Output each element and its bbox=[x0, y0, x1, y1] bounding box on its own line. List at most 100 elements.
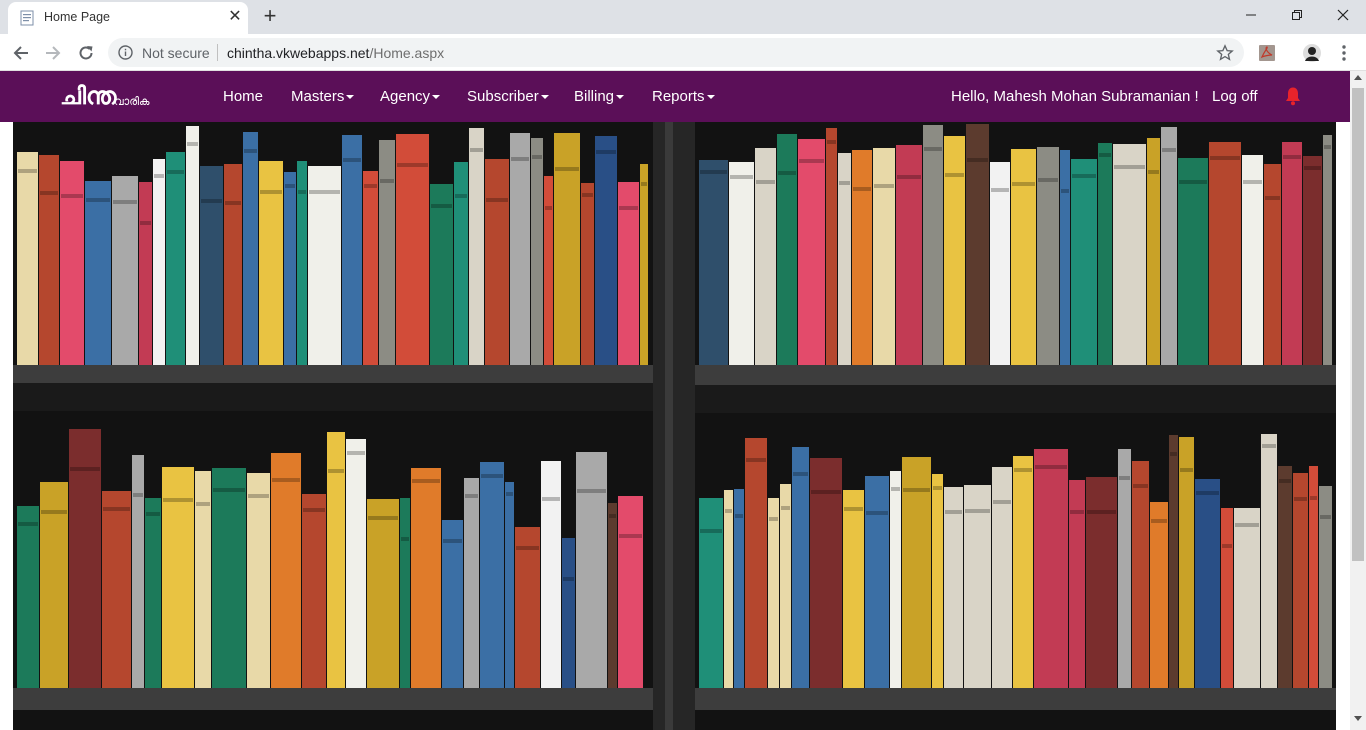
nav-reports[interactable]: Reports bbox=[652, 88, 715, 105]
book-spine bbox=[342, 135, 362, 365]
book-spine-band bbox=[18, 169, 37, 173]
book-spine bbox=[1278, 466, 1292, 688]
bookshelf-illustration bbox=[13, 122, 1336, 730]
nav-subscriber[interactable]: Subscriber bbox=[467, 88, 549, 105]
book-spine-band bbox=[470, 148, 483, 152]
book-spine bbox=[595, 136, 617, 365]
book-spine-band bbox=[511, 157, 529, 161]
book-spine-band bbox=[844, 507, 863, 511]
book-spine bbox=[112, 176, 138, 365]
book-spine-band bbox=[201, 199, 222, 203]
book-spine-band bbox=[641, 182, 647, 186]
book-spine-band bbox=[1162, 148, 1176, 152]
restore-icon bbox=[1292, 10, 1302, 20]
book-spine-band bbox=[154, 174, 164, 178]
page-favicon-icon bbox=[20, 10, 34, 26]
security-status[interactable]: Not secure bbox=[142, 45, 210, 61]
book-spine bbox=[464, 478, 479, 688]
logo-main-text: ചിന്ത bbox=[60, 83, 117, 110]
book-spine bbox=[581, 183, 594, 365]
book-spine bbox=[1323, 135, 1332, 365]
bookmark-star-icon[interactable] bbox=[1216, 44, 1234, 62]
page-scrollbar[interactable] bbox=[1350, 71, 1366, 730]
book-spine-band bbox=[853, 187, 871, 191]
book-spine bbox=[798, 139, 825, 365]
nav-subscriber-label: Subscriber bbox=[467, 88, 539, 105]
user-greeting[interactable]: Hello, Mahesh Mohan Subramanian ! bbox=[951, 88, 1199, 105]
book-spine bbox=[724, 490, 733, 688]
book-spine-band bbox=[213, 488, 245, 492]
book-spine-band bbox=[40, 191, 58, 195]
book-spine bbox=[1264, 164, 1281, 365]
book-spine-band bbox=[1320, 515, 1331, 519]
book-spine-band bbox=[1061, 189, 1069, 193]
book-spine bbox=[247, 473, 270, 688]
book-spine-band bbox=[303, 508, 325, 512]
book-spine-band bbox=[260, 190, 282, 194]
more-menu-icon[interactable] bbox=[1334, 43, 1354, 63]
nav-agency[interactable]: Agency bbox=[380, 88, 441, 105]
book-spine-band bbox=[793, 472, 808, 476]
nav-billing[interactable]: Billing bbox=[574, 88, 625, 105]
book-spine-band bbox=[778, 171, 796, 175]
book-spine bbox=[166, 152, 185, 365]
minimize-button[interactable] bbox=[1228, 0, 1274, 30]
book-spine bbox=[308, 166, 341, 365]
back-button[interactable] bbox=[9, 41, 33, 65]
book-spine bbox=[284, 172, 296, 365]
reload-button[interactable] bbox=[74, 41, 98, 65]
address-bar[interactable]: Not secure chintha.vkwebapps.net/Home.as… bbox=[108, 38, 1244, 67]
book-spine bbox=[1261, 434, 1277, 688]
book-spine bbox=[469, 128, 484, 365]
book-spine-band bbox=[609, 514, 616, 518]
forward-button[interactable] bbox=[41, 41, 65, 65]
book-spine bbox=[60, 161, 84, 365]
logoff-link[interactable]: Log off bbox=[1212, 88, 1258, 105]
browser-tabstrip: Home Page ✕ + bbox=[0, 0, 1366, 34]
scroll-down-arrow-icon[interactable] bbox=[1354, 716, 1362, 721]
book-spine bbox=[1013, 456, 1033, 688]
book-spine bbox=[1242, 155, 1263, 365]
pdf-extension-icon[interactable] bbox=[1257, 43, 1277, 63]
tab-close-icon[interactable]: ✕ bbox=[226, 8, 244, 26]
book-spine bbox=[745, 438, 767, 688]
book-spine bbox=[224, 164, 242, 365]
url-text[interactable]: chintha.vkwebapps.net/Home.aspx bbox=[227, 45, 444, 61]
book-spine-band bbox=[700, 529, 722, 533]
profile-avatar-icon[interactable] bbox=[1302, 43, 1322, 63]
new-tab-button[interactable]: + bbox=[258, 5, 282, 29]
nav-home[interactable]: Home bbox=[223, 88, 263, 105]
restore-button[interactable] bbox=[1274, 0, 1320, 30]
book-spine bbox=[153, 159, 165, 365]
book-spine bbox=[1011, 149, 1036, 365]
book-spine-band bbox=[811, 490, 841, 494]
close-icon bbox=[1337, 9, 1349, 21]
nav-masters[interactable]: Masters bbox=[291, 88, 355, 105]
scroll-up-arrow-icon[interactable] bbox=[1354, 75, 1362, 80]
reload-icon bbox=[79, 46, 93, 60]
book-spine bbox=[400, 498, 410, 688]
book-spine-band bbox=[1265, 196, 1280, 200]
close-window-button[interactable] bbox=[1320, 0, 1366, 30]
book-spine-band bbox=[1072, 174, 1096, 178]
book-spine-band bbox=[1324, 145, 1331, 149]
book-spine bbox=[576, 452, 607, 688]
book-spine bbox=[17, 506, 39, 688]
book-spine-band bbox=[187, 142, 198, 146]
book-spine bbox=[852, 150, 872, 365]
book-spine-band bbox=[163, 498, 193, 502]
book-spine-band bbox=[891, 487, 900, 491]
book-spine bbox=[442, 520, 463, 688]
book-spine-band bbox=[799, 159, 824, 163]
book-spine bbox=[430, 184, 453, 365]
scroll-thumb[interactable] bbox=[1352, 88, 1364, 561]
book-spine bbox=[363, 171, 378, 365]
browser-tab[interactable]: Home Page ✕ bbox=[8, 2, 248, 34]
info-icon[interactable] bbox=[118, 45, 133, 60]
book-spine bbox=[734, 489, 744, 688]
notification-bell-icon[interactable] bbox=[1284, 86, 1302, 106]
minimize-icon bbox=[1246, 14, 1256, 16]
site-navbar: ചിന്ത വാരിക Home Masters Agency Subscrib… bbox=[0, 71, 1350, 122]
book-spine-band bbox=[401, 537, 409, 541]
book-spine-band bbox=[945, 173, 964, 177]
